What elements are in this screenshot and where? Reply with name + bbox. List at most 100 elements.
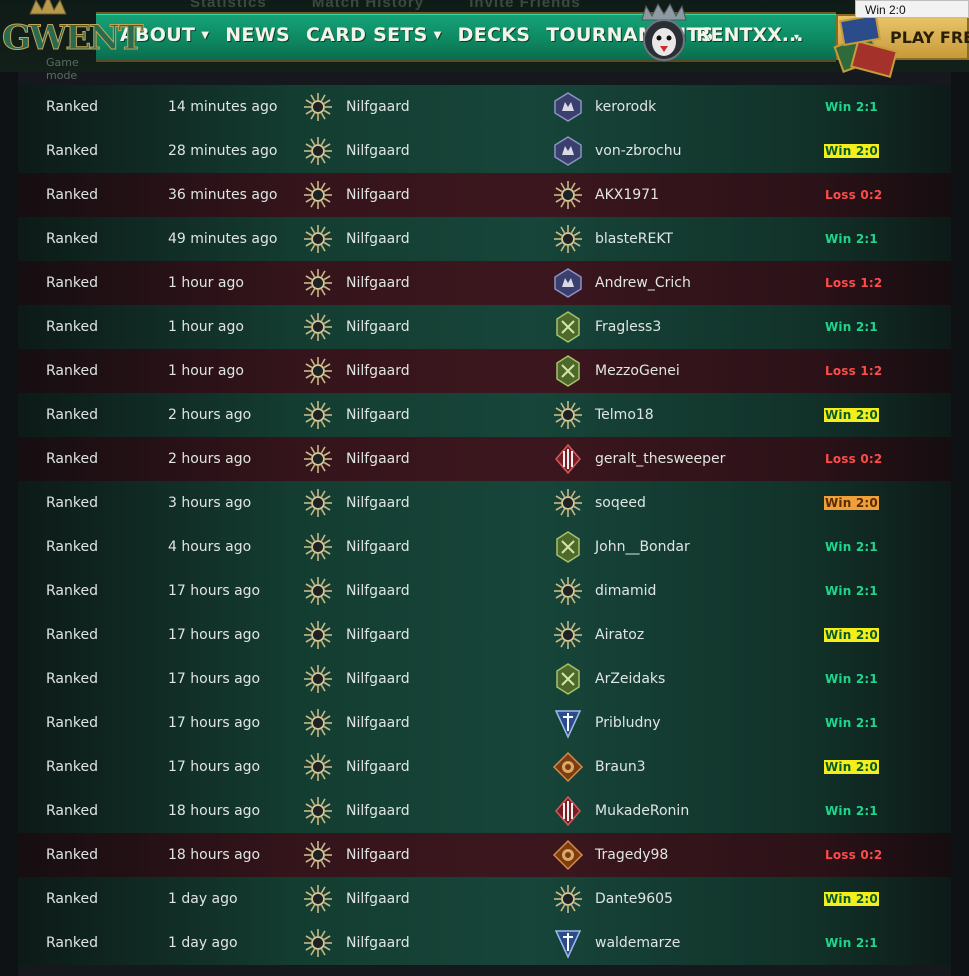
match-result[interactable]: Win 2:1 [824,584,879,598]
opponent-name[interactable]: MukadeRonin [595,803,689,819]
opponent-name[interactable]: Fragless3 [595,319,661,335]
nav-item-decks[interactable]: Decks [458,24,531,46]
match-result[interactable]: Loss 0:2 [824,452,883,466]
match-row[interactable]: Ranked 17 hours ago Nilfgaard dimamid Win 2:… [18,569,951,613]
match-result[interactable]: Loss 1:2 [824,276,883,290]
nav-item-label: News [225,24,290,46]
match-result[interactable]: Win 2:1 [824,804,879,818]
opponent-name[interactable]: ArZeidaks [595,671,665,687]
opponent-name[interactable]: AKX1971 [595,187,659,203]
opponent-name[interactable]: soqeed [595,495,646,511]
ghost-tab: Statistics [190,0,267,11]
opponent-name[interactable]: dimamid [595,583,656,599]
chevron-down-icon[interactable]: ▾ [794,32,799,43]
match-result[interactable]: Win 2:1 [824,540,879,554]
game-mode: Ranked [46,143,98,159]
opponent-name[interactable]: waldemarze [595,935,680,951]
match-row[interactable]: Ranked 18 hours ago Nilfgaard Tragedy98 Loss… [18,833,951,877]
player-faction: Nilfgaard [346,363,410,379]
match-row[interactable]: Ranked 28 minutes ago Nilfgaard von-zbrochu… [18,129,951,173]
user-avatar-icon[interactable] [636,2,692,62]
match-result[interactable]: Win 2:1 [824,936,879,950]
nilfgaard-faction-icon [552,179,584,211]
match-result[interactable]: Win 2:1 [824,100,879,114]
opponent-name[interactable]: von-zbrochu [595,143,681,159]
match-row[interactable]: Ranked 1 day ago Nilfgaard Dante9605 Win 2:0 [18,877,951,921]
nilfgaard-faction-icon [302,927,334,959]
nilfgaard-faction-icon [302,91,334,123]
match-result[interactable]: Loss 0:2 [824,848,883,862]
opponent-name[interactable]: Pribludny [595,715,661,731]
nilfgaard-faction-icon [552,487,584,519]
match-row[interactable]: Ranked 1 day ago Nilfgaard waldemarze Win 2:… [18,921,951,965]
match-result[interactable]: Win 2:0 [824,408,879,422]
left-frame [0,72,18,976]
cards-icon [833,13,898,78]
monsters-faction-icon [552,91,584,123]
chevron-down-icon: ▼ [201,29,210,41]
match-row[interactable]: Ranked 17 hours ago Nilfgaard Airatoz Win 2:… [18,613,951,657]
match-row[interactable]: Ranked 4 hours ago Nilfgaard John__Bondar Wi… [18,525,951,569]
game-mode: Ranked [46,275,98,291]
match-row[interactable]: Ranked 1 hour ago Nilfgaard MezzoGenei Loss … [18,349,951,393]
northern-realms-faction-icon [552,927,584,959]
match-row[interactable]: Ranked 36 minutes ago Nilfgaard AKX1971 Loss… [18,173,951,217]
opponent-name[interactable]: kerorodk [595,99,656,115]
opponent-name[interactable]: blasteREKT [595,231,673,247]
nav-item-label: Decks [457,24,531,46]
opponent-name[interactable]: Andrew_Crich [595,275,691,291]
match-time: 1 hour ago [168,275,244,291]
match-result[interactable]: Loss 0:2 [824,188,883,202]
match-result[interactable]: Win 2:0 [824,496,879,510]
match-result[interactable]: Win 2:1 [824,232,879,246]
opponent-name[interactable]: geralt_thesweeper [595,451,725,467]
username-menu[interactable]: RENTXX... [696,24,803,46]
opponent-name[interactable]: MezzoGenei [595,363,680,379]
match-row[interactable]: Ranked 18 hours ago Nilfgaard MukadeRonin Wi… [18,789,951,833]
match-row[interactable]: Ranked 1 hour ago Nilfgaard Fragless3 Win 2:… [18,305,951,349]
match-result[interactable]: Win 2:0 [824,628,879,642]
game-mode: Ranked [46,583,98,599]
match-time: 36 minutes ago [168,187,278,203]
match-result[interactable]: Win 2:0 [824,760,879,774]
opponent-name[interactable]: Tragedy98 [595,847,668,863]
game-mode: Ranked [46,231,98,247]
match-row[interactable]: Ranked 2 hours ago Nilfgaard Telmo18 Win 2:0 [18,393,951,437]
nilfgaard-faction-icon [302,355,334,387]
match-time: 28 minutes ago [168,143,278,159]
match-result[interactable]: Win 2:0 [824,144,879,158]
opponent-name[interactable]: John__Bondar [595,539,690,555]
scoiatael-faction-icon [552,531,584,563]
match-time: 1 hour ago [168,319,244,335]
logo-subtitle: Game mode [46,56,79,82]
match-row[interactable]: Ranked 17 hours ago Nilfgaard ArZeidaks Win … [18,657,951,701]
scoiatael-faction-icon [552,663,584,695]
match-time: 1 day ago [168,891,238,907]
match-result[interactable]: Win 2:0 [824,892,879,906]
opponent-name[interactable]: Dante9605 [595,891,673,907]
game-mode: Ranked [46,715,98,731]
match-row[interactable]: Ranked 17 hours ago Nilfgaard Braun3 Win 2:0 [18,745,951,789]
player-faction: Nilfgaard [346,539,410,555]
match-row[interactable]: Ranked 3 hours ago Nilfgaard soqeed Win 2:0 [18,481,951,525]
match-row[interactable]: Ranked 14 minutes ago Nilfgaard kerorodk Win… [18,85,951,129]
match-row[interactable]: Ranked 2 hours ago Nilfgaard geralt_theswee… [18,437,951,481]
nav-item-card-sets[interactable]: Card Sets ▼ [306,24,442,46]
gwent-logo[interactable]: GWENT Game mode [0,0,144,82]
nav-item-news[interactable]: News [225,24,290,46]
match-result[interactable]: Win 2:1 [824,672,879,686]
match-result[interactable]: Loss 1:2 [824,364,883,378]
match-row[interactable]: Ranked 17 hours ago Nilfgaard Pribludny Win … [18,701,951,745]
nilfgaard-faction-icon [302,707,334,739]
match-time: 4 hours ago [168,539,252,555]
opponent-name[interactable]: Telmo18 [595,407,654,423]
opponent-name[interactable]: Airatoz [595,627,644,643]
player-faction: Nilfgaard [346,187,410,203]
match-result[interactable]: Win 2:1 [824,716,879,730]
match-time: 1 hour ago [168,363,244,379]
northern-realms-faction-icon [552,707,584,739]
opponent-name[interactable]: Braun3 [595,759,646,775]
match-row[interactable]: Ranked 1 hour ago Nilfgaard Andrew_Crich Los… [18,261,951,305]
match-row[interactable]: Ranked 49 minutes ago Nilfgaard blasteREKT W… [18,217,951,261]
match-result[interactable]: Win 2:1 [824,320,879,334]
